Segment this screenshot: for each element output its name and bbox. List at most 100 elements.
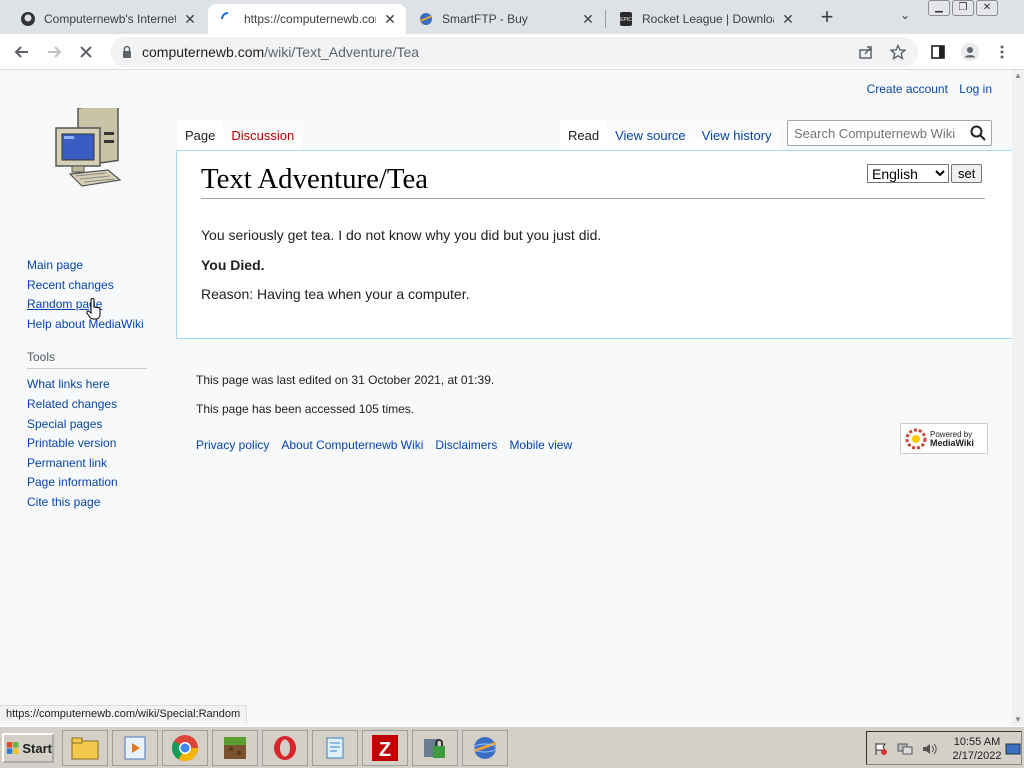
page-content: Text Adventure/Tea English set You serio… [176, 150, 1012, 339]
filezilla-icon: Z [372, 735, 398, 761]
footer-last-edited: This page was last edited on 31 October … [196, 373, 495, 387]
taskbar-app-notepad[interactable] [312, 730, 358, 766]
restore-button[interactable]: ❐ [952, 0, 974, 16]
clock-date: 2/17/2022 [952, 750, 1002, 762]
close-tab-icon[interactable]: ✕ [382, 11, 398, 27]
clock-time: 10:55 AM [953, 736, 1001, 748]
tab-title: https://computernewb.com [244, 12, 376, 26]
start-button[interactable]: Start [2, 733, 54, 763]
language-select[interactable]: English [867, 164, 949, 183]
show-desktop-icon[interactable] [1005, 742, 1021, 756]
url-path: /wiki/Text_Adventure/Tea [264, 44, 420, 60]
about-link[interactable]: About Computernewb Wiki [281, 438, 423, 452]
browser-tab[interactable]: SmartFTP - Buy ✕ [406, 4, 604, 34]
scroll-down-icon[interactable]: ▼ [1014, 716, 1022, 724]
status-url-bubble: https://computernewb.com/wiki/Special:Ra… [0, 705, 248, 723]
menu-kebab-icon[interactable] [990, 40, 1014, 64]
share-icon[interactable] [854, 40, 878, 64]
close-tab-icon[interactable]: ✕ [580, 11, 596, 27]
sidebar-item-printable-version[interactable]: Printable version [27, 434, 157, 454]
hand-cursor-icon [86, 298, 101, 320]
minecraft-icon [224, 737, 246, 759]
vpn-lock-icon [424, 739, 445, 758]
wiki-logo[interactable] [50, 101, 126, 194]
scroll-up-icon[interactable]: ▲ [1014, 72, 1022, 80]
bookmark-star-icon[interactable] [886, 40, 910, 64]
profile-avatar-icon[interactable] [958, 40, 982, 64]
page-scrollbar[interactable]: ▲ ▼ [1012, 70, 1024, 726]
navigation-portal: Main page Recent changes Random page Hel… [27, 256, 157, 334]
wiki-page: Create account Log in Main page Recent c… [0, 70, 1012, 706]
side-panel-icon[interactable] [926, 40, 950, 64]
view-tabs: Read View source View history [560, 120, 780, 151]
tab-search-chevron-icon[interactable]: ⌄ [895, 8, 915, 26]
search-icon[interactable] [969, 124, 987, 142]
footer-accessed: This page has been accessed 105 times. [196, 402, 415, 416]
sidebar-item-permanent-link[interactable]: Permanent link [27, 454, 157, 474]
browser-tab[interactable]: EPIC Rocket League | Download ✕ [606, 4, 804, 34]
mediawiki-icon [905, 428, 927, 449]
tools-portal: What links here Related changes Special … [27, 375, 157, 512]
tab-discussion[interactable]: Discussion [223, 120, 303, 151]
tab-page[interactable]: Page [177, 120, 224, 151]
sidebar-item-what-links-here[interactable]: What links here [27, 375, 157, 395]
sidebar-item-special-pages[interactable]: Special pages [27, 415, 157, 435]
lock-icon[interactable] [120, 45, 134, 59]
tools-heading[interactable]: Tools [27, 350, 147, 370]
url-text: computernewb.com/wiki/Text_Adventure/Tea [142, 44, 419, 60]
new-tab-button[interactable]: + [815, 6, 839, 30]
wiki-search [787, 120, 992, 146]
close-window-button[interactable]: ✕ [976, 0, 998, 16]
svg-text:Z: Z [379, 739, 391, 761]
tab-title: SmartFTP - Buy [442, 12, 528, 26]
language-selector: English set [867, 164, 983, 183]
search-input[interactable] [788, 121, 963, 145]
back-arrow-icon[interactable] [10, 40, 34, 64]
close-tab-icon[interactable]: ✕ [182, 11, 198, 27]
taskbar-app-media-player[interactable] [112, 730, 158, 766]
taskbar-app-chrome[interactable] [162, 730, 208, 766]
tab-view-history[interactable]: View history [693, 120, 780, 151]
tab-title: Computernewb's Internet P [44, 12, 176, 26]
minimize-button[interactable]: ▁ [928, 0, 950, 16]
forward-arrow-icon[interactable] [42, 40, 66, 64]
sidebar-item-related-changes[interactable]: Related changes [27, 395, 157, 415]
network-icon[interactable] [897, 742, 913, 756]
windows-taskbar: Start Z 10:55 AM 2/17/2022 [0, 726, 1024, 768]
action-center-flag-icon[interactable] [873, 742, 889, 756]
browser-tab-active[interactable]: https://computernewb.com ✕ [208, 4, 406, 34]
smartftp-icon [418, 11, 434, 27]
taskbar-app-file-explorer[interactable] [62, 730, 108, 766]
taskbar-app-minecraft[interactable] [212, 730, 258, 766]
close-tab-icon[interactable]: ✕ [780, 11, 796, 27]
create-account-link[interactable]: Create account [867, 82, 948, 96]
privacy-policy-link[interactable]: Privacy policy [196, 438, 269, 452]
tab-read[interactable]: Read [560, 120, 608, 151]
chrome-icon [171, 735, 199, 762]
sidebar-item-page-information[interactable]: Page information [27, 473, 157, 493]
url-domain: computernewb.com [142, 44, 265, 60]
sidebar-item-main-page[interactable]: Main page [27, 256, 157, 276]
powered-by-mediawiki-badge[interactable]: Powered by MediaWiki [900, 423, 988, 454]
mobile-view-link[interactable]: Mobile view [509, 438, 572, 452]
sidebar-item-recent-changes[interactable]: Recent changes [27, 276, 157, 296]
address-bar[interactable]: computernewb.com/wiki/Text_Adventure/Tea [110, 37, 918, 67]
taskbar-app-smartftp[interactable] [462, 730, 508, 766]
footer: This page was last edited on 31 October … [196, 366, 996, 452]
set-language-button[interactable]: set [951, 164, 983, 183]
start-label: Start [22, 740, 52, 756]
volume-icon[interactable] [921, 742, 937, 756]
tab-title: Rocket League | Download [642, 12, 774, 26]
taskbar-app-vpn[interactable] [412, 730, 458, 766]
taskbar-app-opera[interactable] [262, 730, 308, 766]
taskbar-app-filezilla[interactable]: Z [362, 730, 408, 766]
disclaimers-link[interactable]: Disclaimers [435, 438, 497, 452]
browser-tab[interactable]: Computernewb's Internet P ✕ [8, 4, 206, 34]
stop-loading-icon[interactable] [74, 40, 98, 64]
tab-view-source[interactable]: View source [607, 120, 694, 151]
system-tray: 10:55 AM 2/17/2022 [866, 731, 1022, 765]
log-in-link[interactable]: Log in [959, 82, 992, 96]
tray-clock[interactable]: 10:55 AM 2/17/2022 [947, 735, 1007, 763]
sidebar-item-cite-this-page[interactable]: Cite this page [27, 493, 157, 513]
powered-by-line2: MediaWiki [930, 437, 974, 448]
